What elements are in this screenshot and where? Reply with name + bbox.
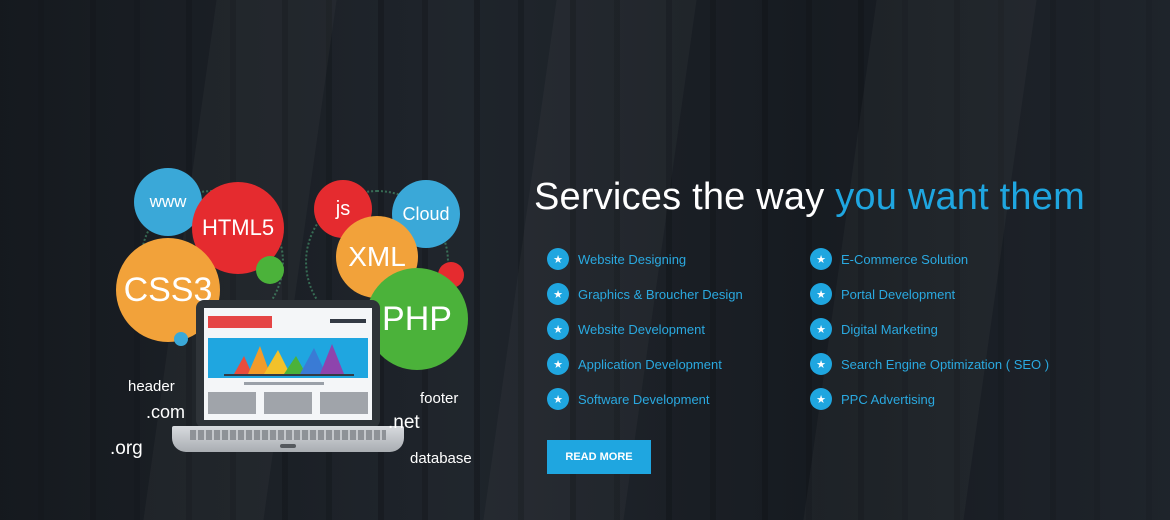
service-label: Website Designing xyxy=(578,251,687,267)
service-item[interactable]: ★ Application Development xyxy=(547,352,722,376)
laptop-display xyxy=(204,308,372,420)
star-icon: ★ xyxy=(810,388,832,410)
label-com: .com xyxy=(146,402,186,422)
star-icon: ★ xyxy=(810,248,832,270)
service-label: Portal Development xyxy=(841,286,956,302)
hero-headline: Services the way you want them xyxy=(534,176,1085,219)
bubble-php: PHP xyxy=(366,268,468,370)
bubble-cloud-label: Cloud xyxy=(402,203,450,224)
star-icon: ★ xyxy=(547,388,569,410)
service-item[interactable]: ★ Digital Marketing xyxy=(810,317,938,341)
service-item[interactable]: ★ Search Engine Optimization ( SEO ) xyxy=(810,352,1049,376)
bubble-xml-label: XML xyxy=(348,241,406,272)
service-label: PPC Advertising xyxy=(841,391,935,407)
service-label: Application Development xyxy=(578,356,722,372)
label-footer: footer xyxy=(420,390,459,407)
label-org: .org xyxy=(110,438,143,459)
star-icon: ★ xyxy=(547,318,569,340)
bubble-www-label: www xyxy=(149,192,187,211)
service-label: Digital Marketing xyxy=(841,321,938,337)
service-item[interactable]: ★ Software Development xyxy=(547,387,710,411)
website-mockup-graphic xyxy=(208,316,368,414)
service-label: E-Commerce Solution xyxy=(841,251,969,267)
label-database: database xyxy=(410,450,472,467)
laptop-screen xyxy=(196,300,380,428)
service-item[interactable]: ★ Website Designing xyxy=(547,247,686,271)
star-icon: ★ xyxy=(810,283,832,305)
service-item[interactable]: ★ Graphics & Broucher Design xyxy=(547,282,743,306)
bubble-js-label: js xyxy=(335,197,351,220)
service-item[interactable]: ★ E-Commerce Solution xyxy=(810,247,968,271)
service-label: Search Engine Optimization ( SEO ) xyxy=(841,356,1050,372)
laptop-notch xyxy=(280,444,296,448)
web-technologies-illustration: www HTML5 CSS3 js Cloud XML PHP header .… xyxy=(100,160,480,500)
service-item[interactable]: ★ PPC Advertising xyxy=(810,387,935,411)
service-label: Website Development xyxy=(578,321,705,337)
star-icon: ★ xyxy=(547,248,569,270)
service-label: Graphics & Broucher Design xyxy=(578,286,743,302)
laptop-keyboard xyxy=(190,430,386,440)
label-header: header xyxy=(128,378,175,395)
star-icon: ★ xyxy=(547,283,569,305)
bubble-html5-label: HTML5 xyxy=(201,215,275,240)
star-icon: ★ xyxy=(810,353,832,375)
headline-accent: you want them xyxy=(835,176,1085,218)
service-label: Software Development xyxy=(578,391,710,407)
star-icon: ★ xyxy=(810,318,832,340)
label-net: .net xyxy=(388,412,420,433)
bubble-php-label: PHP xyxy=(382,299,452,338)
decor-dot xyxy=(174,332,188,346)
service-item[interactable]: ★ Portal Development xyxy=(810,282,955,306)
headline-main: Services the way xyxy=(534,176,825,218)
read-more-button[interactable]: READ MORE xyxy=(547,440,651,474)
service-item[interactable]: ★ Website Development xyxy=(547,317,705,341)
star-icon: ★ xyxy=(547,353,569,375)
decor-dot xyxy=(256,256,284,284)
